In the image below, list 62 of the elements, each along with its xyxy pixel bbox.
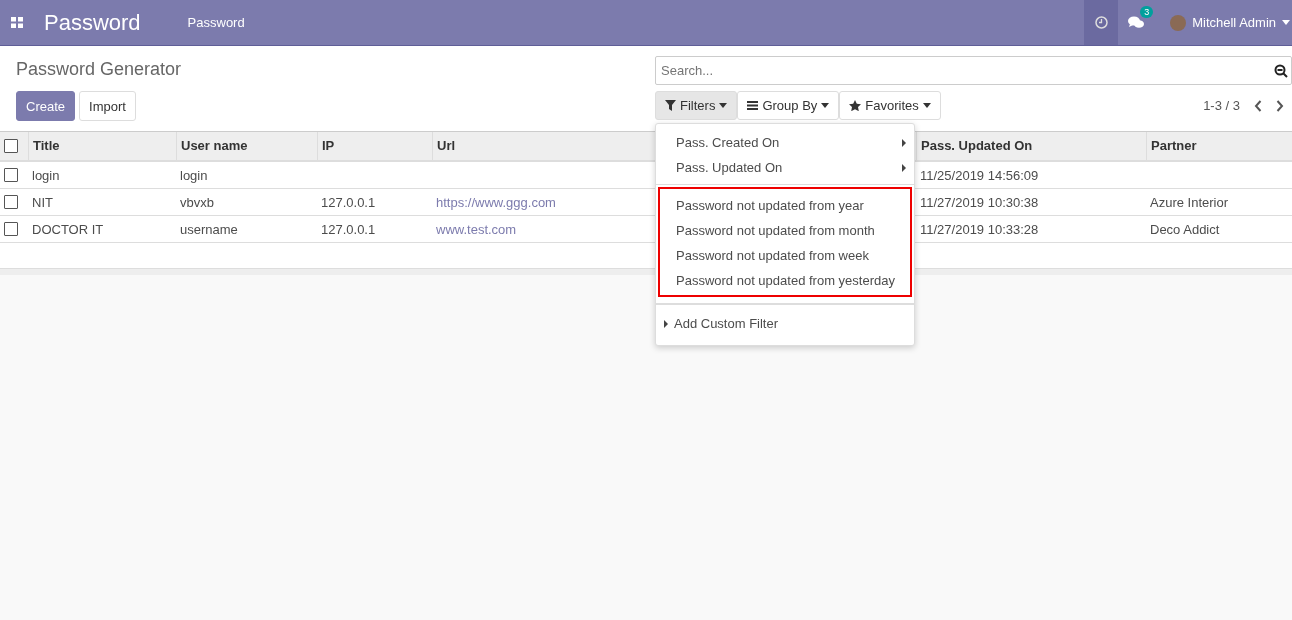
app-title: Password (44, 9, 141, 36)
avatar (1170, 14, 1187, 31)
table-cell: 11/27/2019 10:30:38 (920, 194, 1039, 210)
table-cell: username (180, 221, 238, 237)
row-checkbox[interactable] (4, 168, 18, 182)
submenu-arrow-icon (902, 163, 906, 172)
menu-item[interactable]: Pass. Created On (656, 130, 914, 155)
url-link[interactable]: www.test.com (436, 221, 517, 237)
menu-item[interactable]: Password not updated from month (656, 218, 914, 243)
submenu-arrow-icon (902, 138, 906, 147)
search-icon (1274, 64, 1288, 78)
star-dropdown-button[interactable]: Favorites (839, 91, 941, 120)
menu-item[interactable]: Password not updated from yesterday (656, 268, 914, 293)
table-cell: Deco Addict (1150, 221, 1220, 237)
menu-item[interactable]: Pass. Updated On (656, 155, 914, 180)
caret-icon (821, 103, 830, 108)
column-header[interactable]: Title (28, 132, 176, 160)
list-icon (747, 101, 759, 110)
apps-grid-icon[interactable] (11, 17, 23, 28)
filter-dropdown-button[interactable]: Filters (655, 91, 738, 120)
menu-item[interactable]: Add Custom Filter (656, 311, 914, 336)
message-count-badge: 3 (1140, 6, 1154, 18)
table-cell: login (180, 167, 208, 183)
activity-button[interactable] (1084, 0, 1119, 45)
column-header[interactable]: IP (317, 132, 432, 160)
chat-icon[interactable] (1128, 16, 1145, 29)
import-button[interactable]: Import (79, 91, 136, 121)
caret-icon (1282, 20, 1290, 25)
caret-icon (719, 103, 728, 108)
table-cell: NIT (32, 194, 53, 210)
menu-item[interactable]: Password not updated from week (656, 243, 914, 268)
table-cell: vbvxb (180, 194, 214, 210)
create-button[interactable]: Create (16, 91, 76, 121)
table-cell: login (32, 167, 60, 183)
page-title: Password Generator (16, 59, 183, 80)
column-header[interactable]: User name (176, 132, 317, 160)
filter-icon (665, 100, 676, 111)
pager-text: 1-3 / 3 (1203, 98, 1240, 113)
column-header[interactable]: Pass. Updated On (916, 132, 1146, 160)
group-dropdown-button[interactable]: Group By (737, 91, 840, 120)
expand-arrow-icon (664, 319, 668, 328)
previous-icon[interactable] (1254, 99, 1262, 112)
next-icon[interactable] (1276, 99, 1284, 112)
star-icon (849, 100, 862, 111)
clock-icon (1094, 16, 1108, 29)
column-header[interactable]: Partner (1146, 132, 1292, 160)
search-field[interactable]: Search... (655, 56, 1292, 85)
column-header[interactable]: Url (432, 132, 652, 160)
select-all-checkbox[interactable] (4, 139, 18, 153)
table-cell: 127.0.0.1 (321, 194, 376, 210)
table-cell: 11/25/2019 14:56:09 (920, 167, 1039, 183)
table-cell: DOCTOR IT (32, 221, 104, 237)
table-cell: 11/27/2019 10:33:28 (920, 221, 1039, 237)
user-name[interactable]: Mitchell Admin (1192, 15, 1276, 30)
table-cell: 127.0.0.1 (321, 221, 376, 237)
caret-icon (922, 103, 931, 108)
url-link[interactable]: https://www.ggg.com (436, 194, 556, 210)
table-cell: Azure Interior (1150, 194, 1229, 210)
row-checkbox[interactable] (4, 195, 18, 209)
row-checkbox[interactable] (4, 222, 18, 236)
menu-item[interactable]: Password (187, 15, 245, 30)
menu-item[interactable]: Password not updated from year (656, 193, 914, 218)
